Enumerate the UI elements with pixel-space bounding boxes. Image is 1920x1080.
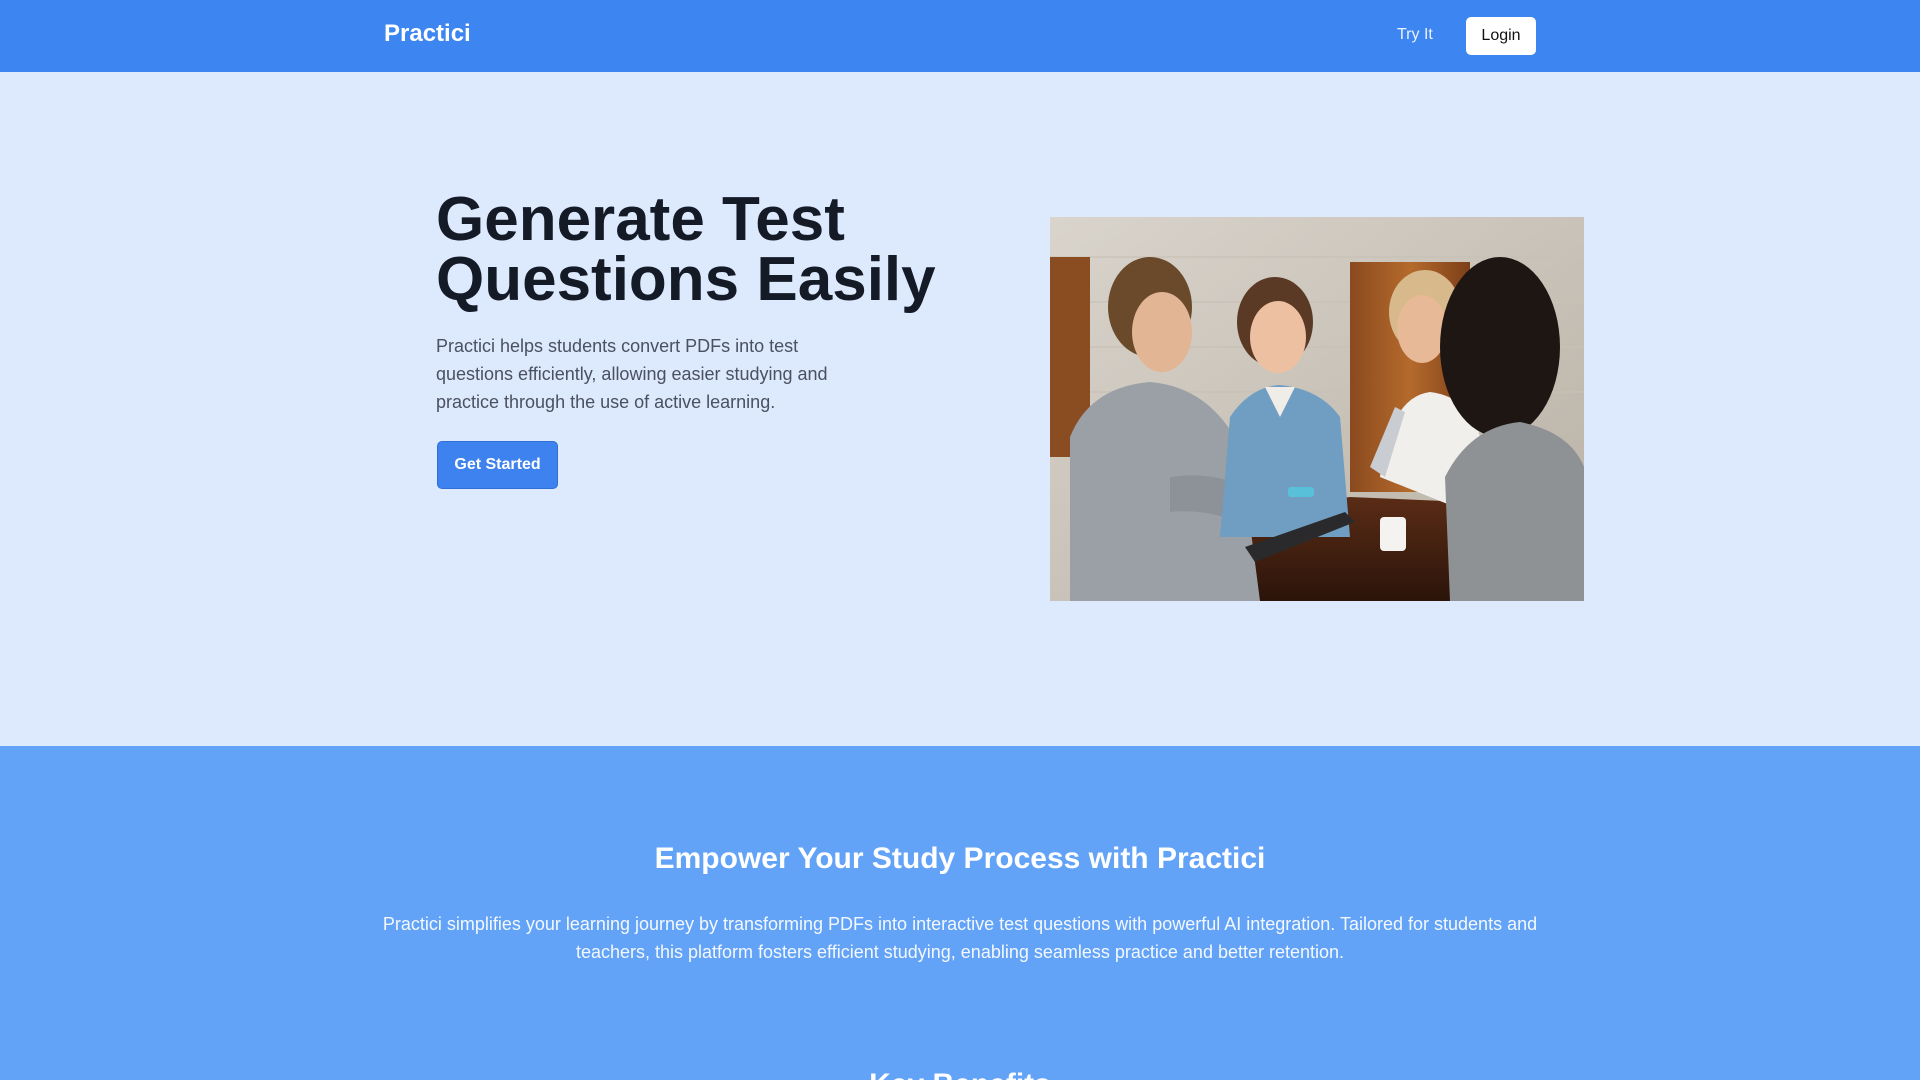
brand-logo[interactable]: Practici [384,20,471,48]
benefits-section: Empower Your Study Process with Practici… [0,746,1920,1080]
hero-description: Practici helps students convert PDFs int… [436,336,828,412]
benefits-description: Practici simplifies your learning journe… [382,914,1538,962]
benefits-title: Empower Your Study Process with Practici [654,842,1266,875]
navbar: Practici Try It Login [0,0,1920,72]
key-benefits-heading: Key Benefits [0,1068,1920,1080]
hero-title: Generate Test Questions Easily [436,185,936,314]
hero-section: Generate Test Questions Easily Practici … [0,72,1920,746]
students-studying-photo [1050,217,1584,601]
login-button[interactable]: Login [1466,17,1536,55]
get-started-button[interactable]: Get Started [437,441,558,489]
photo-illustration [1050,217,1584,601]
try-it-link[interactable]: Try It [1397,26,1433,44]
